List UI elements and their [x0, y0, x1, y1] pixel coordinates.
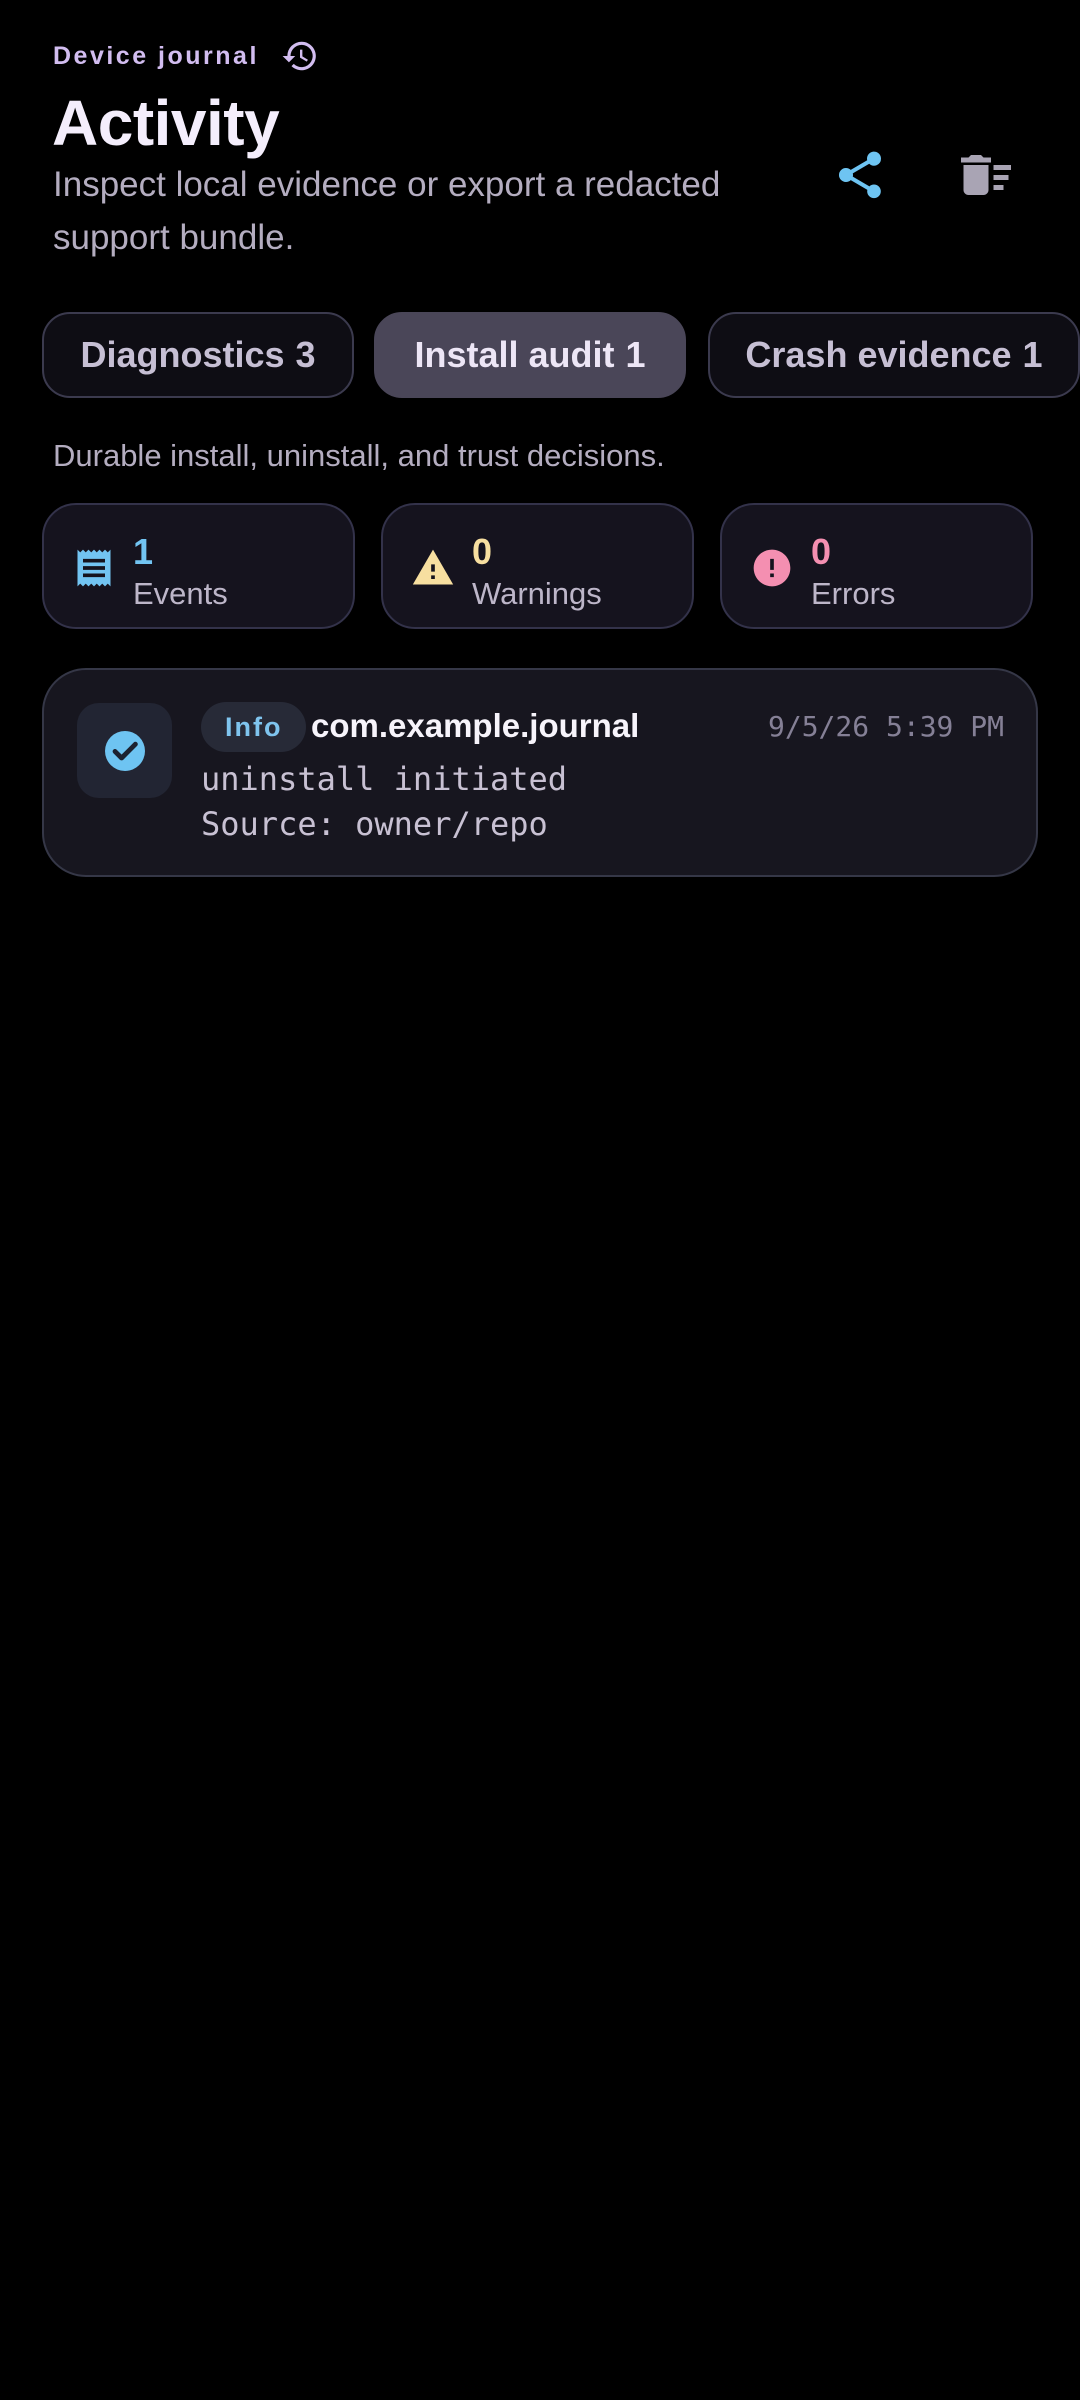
error-icon: [753, 549, 791, 587]
share-button[interactable]: [820, 135, 900, 215]
stat-value: 0: [472, 531, 493, 572]
severity-badge: Info: [201, 702, 307, 752]
tab-count: 1: [1022, 334, 1043, 375]
stat-label: Events: [133, 576, 228, 611]
warning-icon: [412, 549, 454, 585]
stat-label: Errors: [811, 576, 896, 611]
page-subtitle: Inspect local evidence or export a redac…: [53, 165, 721, 257]
entry-message: uninstall initiated: [201, 760, 568, 798]
entry-package-name: com.example.journal: [311, 707, 640, 744]
stat-value: 1: [133, 531, 154, 572]
entry-icon-container: [77, 703, 172, 798]
stat-value: 0: [811, 531, 832, 572]
stat-card-errors: 0 Errors: [720, 503, 1033, 629]
header-eyebrow: Device journal: [53, 38, 319, 74]
eyebrow-label: Device journal: [53, 41, 259, 70]
stat-label: Warnings: [472, 576, 602, 611]
journal-entry-card[interactable]: Info com.example.journal 9/5/26 5:39 PM …: [42, 668, 1038, 877]
tab-crash-evidence[interactable]: Crash evidence 1: [708, 312, 1080, 398]
clear-all-button[interactable]: [946, 135, 1026, 215]
clear-all-icon: [961, 155, 1011, 195]
tab-label: Crash evidence: [745, 334, 1012, 375]
tab-install-audit[interactable]: Install audit 1: [374, 312, 686, 398]
stat-card-events: 1 Events: [42, 503, 355, 629]
tab-count: 1: [625, 334, 646, 375]
entry-source: Source: owner/repo: [201, 805, 548, 843]
tab-label: Diagnostics: [80, 334, 285, 375]
tab-label: Install audit: [414, 334, 615, 375]
stat-card-warnings: 0 Warnings: [381, 503, 694, 629]
receipt-icon: [77, 549, 111, 587]
entry-timestamp: 9/5/26 5:39 PM: [767, 710, 1004, 743]
check-circle-icon: [104, 730, 145, 771]
tab-diagnostics[interactable]: Diagnostics 3: [42, 312, 354, 398]
page-title: Activity: [52, 87, 280, 159]
share-icon: [838, 151, 882, 199]
section-caption: Durable install, uninstall, and trust de…: [53, 438, 665, 473]
history-icon: [282, 41, 316, 71]
tab-count: 3: [295, 334, 316, 375]
